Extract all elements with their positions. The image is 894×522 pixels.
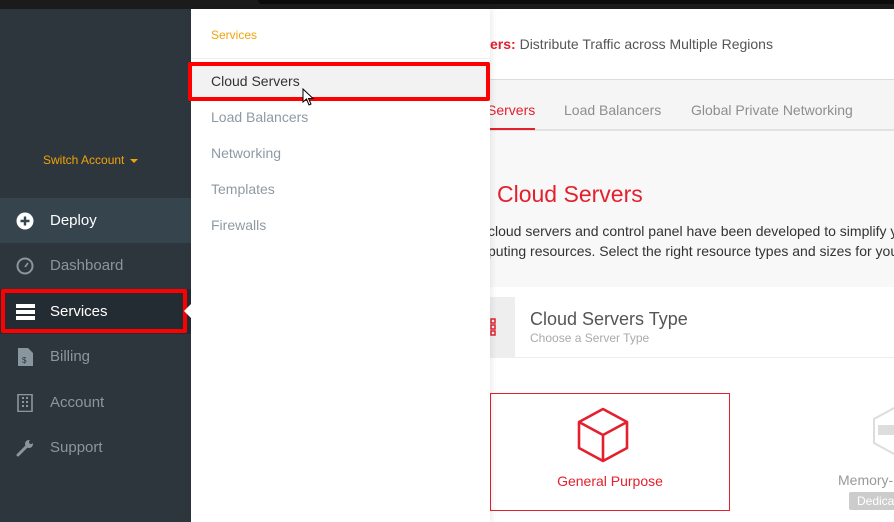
dedicated-badge: Dedica <box>849 492 894 510</box>
sidebar: Switch Account Deploy Dashboard Services… <box>0 9 191 522</box>
sidebar-item-dashboard[interactable]: Dashboard <box>0 243 191 288</box>
tab-load-balancers[interactable]: Load Balancers <box>564 102 661 118</box>
sidebar-item-account[interactable]: Account <box>0 380 191 425</box>
option-memory-optimized[interactable]: Memory- <box>838 472 893 488</box>
server-type-icon <box>490 297 515 357</box>
menu-item-templates[interactable]: Templates <box>191 171 490 207</box>
tab-bar: Servers Load Balancers Global Private Ne… <box>487 80 894 131</box>
browser-top-bar <box>0 0 894 9</box>
mouse-cursor-icon <box>302 88 314 106</box>
menu-title: Services <box>211 28 258 42</box>
plus-circle-icon <box>0 212 50 230</box>
invoice-dollar-icon: $ <box>0 347 50 366</box>
description-line-2: puting resources. Select the right resou… <box>488 243 894 259</box>
sidebar-item-support[interactable]: Support <box>0 425 191 470</box>
menu-pointer-arrow <box>184 303 192 319</box>
memory-icon <box>873 406 894 455</box>
cube-icon <box>577 407 629 463</box>
sidebar-item-deploy[interactable]: Deploy <box>0 198 191 243</box>
menu-item-firewalls[interactable]: Firewalls <box>191 207 490 243</box>
option-general-purpose[interactable]: General Purpose <box>490 393 730 511</box>
switch-account-button[interactable]: Switch Account <box>43 153 139 167</box>
announcement-banner: ers: Distribute Traffic across Multiple … <box>490 9 894 80</box>
menu-item-networking[interactable]: Networking <box>191 135 490 171</box>
gauge-icon <box>0 257 50 275</box>
highlight-box <box>188 62 490 101</box>
caret-down-icon <box>130 158 139 163</box>
card-subtitle: Choose a Server Type <box>530 331 650 345</box>
wrench-icon <box>0 439 50 457</box>
tab-global-private-networking[interactable]: Global Private Networking <box>691 102 853 118</box>
page-title: Cloud Servers <box>497 181 643 207</box>
tab-cloud-servers[interactable]: Servers <box>487 102 536 130</box>
description-line-1: cloud servers and control panel have bee… <box>488 223 894 239</box>
building-icon <box>0 393 50 412</box>
card-title: Cloud Servers Type <box>530 309 688 329</box>
highlight-box <box>1 289 187 333</box>
menu-item-load-balancers[interactable]: Load Balancers <box>191 99 490 135</box>
svg-text:$: $ <box>22 356 27 365</box>
sidebar-item-billing[interactable]: $ Billing <box>0 334 191 379</box>
